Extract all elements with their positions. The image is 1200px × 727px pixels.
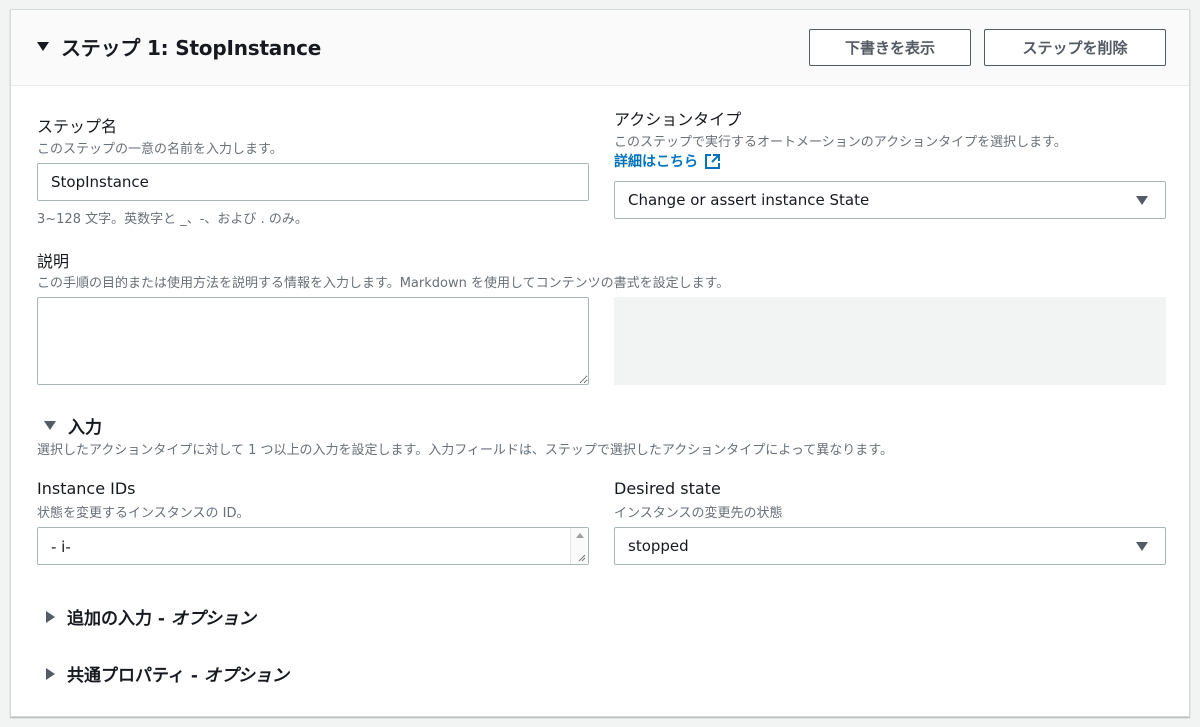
description-help: この手順の目的または使用方法を説明する情報を入力します。Markdown を使用… [37,276,730,291]
learn-more-label: 詳細はこちら [614,154,698,170]
step-name-description: このステップの一意の名前を入力します。 [37,142,283,157]
desired-state-selected: stopped [628,537,689,555]
instance-ids-textarea[interactable]: - i- [37,527,589,565]
additional-inputs-title: 追加の入力 [67,609,152,629]
common-properties-toggle[interactable]: 共通プロパティ - オプション [46,661,289,686]
desired-state-select[interactable]: stopped [614,527,1166,565]
step-title: ステップ 1: StopInstance [61,36,322,60]
description-label: 説明 [37,252,70,271]
common-properties-title: 共通プロパティ [67,666,185,686]
desired-state-description: インスタンスの変更先の状態 [614,506,783,521]
external-link-icon [705,153,720,169]
step-panel: ステップ 1: StopInstance 下書きを表示 ステップを削除 ステップ… [10,9,1190,717]
dropdown-arrow-icon [1136,541,1148,551]
additional-inputs-suffix: オプション [170,609,256,629]
instance-ids-value: - i- [51,538,71,556]
description-textarea[interactable] [37,297,589,385]
action-type-selected: Change or assert instance State [628,191,870,209]
caret-down-icon [44,421,56,430]
view-draft-button[interactable]: 下書きを表示 [809,29,971,66]
step-name-label: ステップ名 [37,117,118,136]
learn-more-link[interactable]: 詳細はこちら [614,151,721,171]
desired-state-label: Desired state [614,479,721,498]
inputs-section-description: 選択したアクションタイプに対して 1 つ以上の入力を設定します。入力フィールドは… [37,443,893,458]
action-type-select[interactable]: Change or assert instance State [614,181,1166,219]
common-properties-heading: 共通プロパティ - オプション [67,666,289,686]
resize-grip-icon[interactable] [576,552,586,562]
markdown-preview [614,297,1166,385]
common-properties-suffix: オプション [203,666,289,686]
instance-ids-description: 状態を変更するインスタンスの ID。 [37,506,250,521]
dropdown-arrow-icon [1136,195,1148,205]
action-type-label: アクションタイプ [614,110,742,129]
caret-right-icon [46,610,55,623]
action-type-description: このステップで実行するオートメーションのアクションタイプを選択します。 [614,135,1067,150]
step-title-toggle[interactable]: ステップ 1: StopInstance [37,32,321,61]
delete-step-button[interactable]: ステップを削除 [984,29,1166,66]
step-name-hint: 3~128 文字。英数字と _、-、および . のみ。 [37,212,308,227]
instance-ids-label: Instance IDs [37,479,136,498]
step-name-input[interactable] [37,163,589,201]
caret-down-icon [37,42,49,51]
additional-inputs-toggle[interactable]: 追加の入力 - オプション [46,604,256,629]
inputs-section-toggle[interactable]: 入力 [44,413,102,438]
caret-right-icon [46,667,55,680]
step-header: ステップ 1: StopInstance 下書きを表示 ステップを削除 [11,10,1189,86]
inputs-section-title: 入力 [68,418,102,438]
additional-inputs-heading: 追加の入力 - オプション [67,609,256,629]
